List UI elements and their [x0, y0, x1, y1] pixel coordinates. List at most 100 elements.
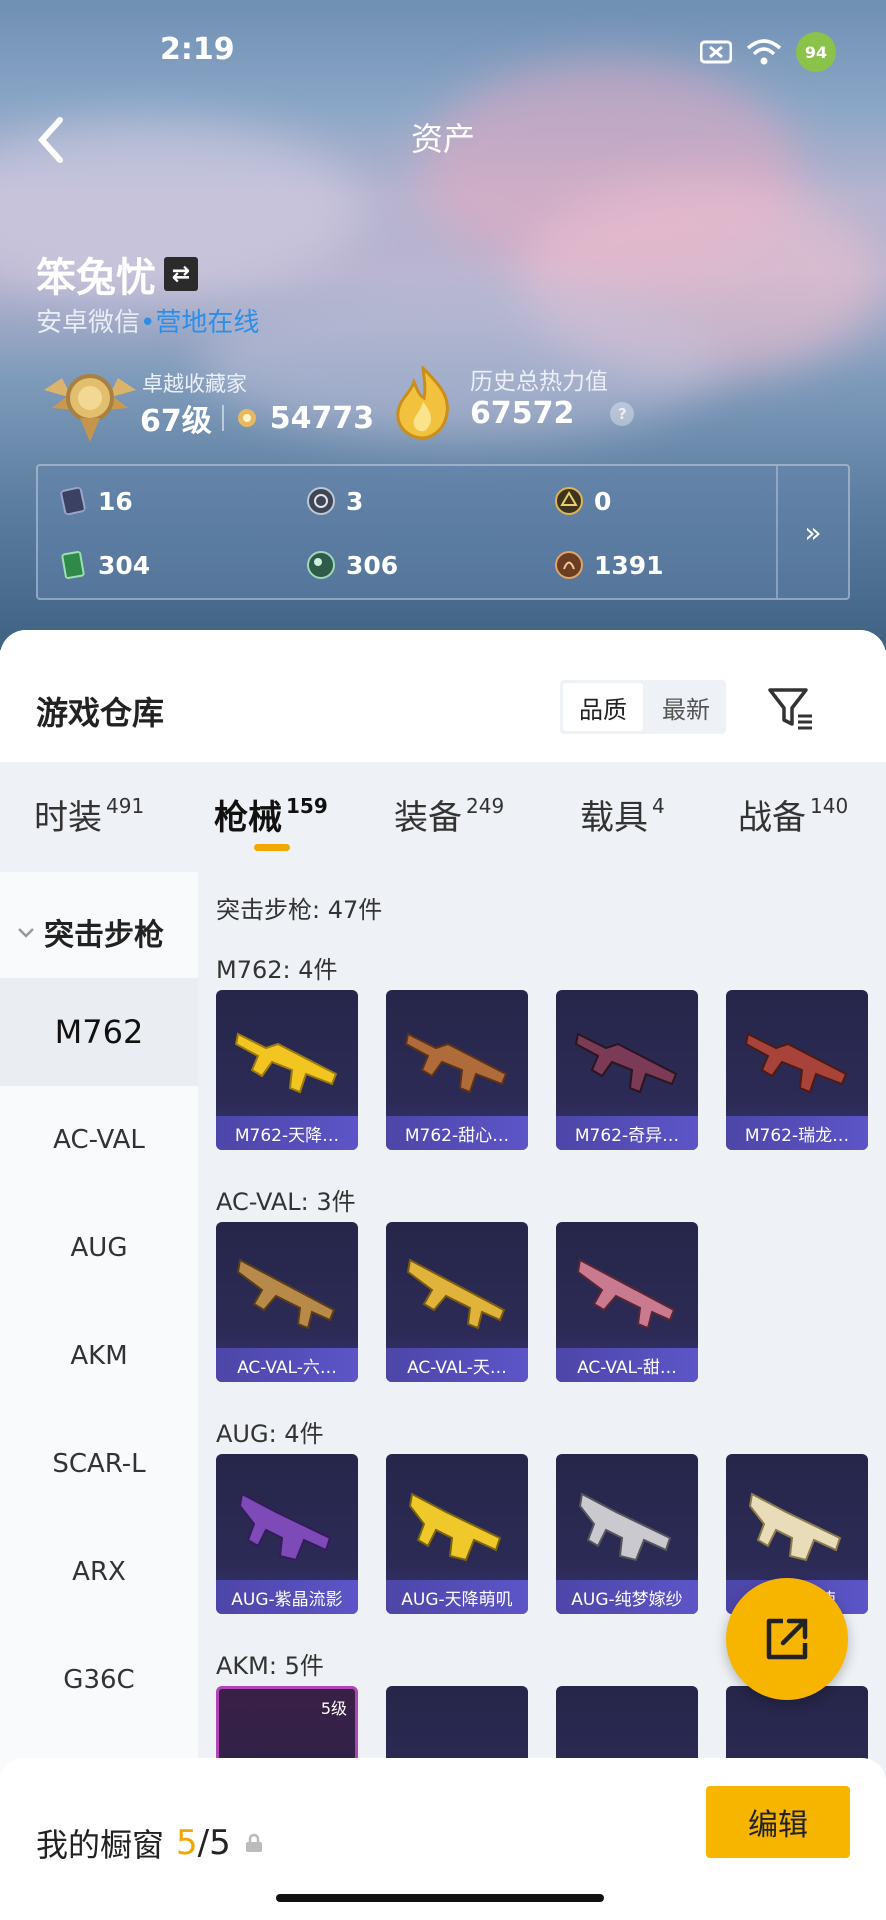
- weapon-card[interactable]: AC-VAL-六…: [216, 1222, 358, 1382]
- sort-newest-button[interactable]: 最新: [646, 680, 726, 734]
- rifle-icon: [406, 1258, 506, 1330]
- tab-vehicles[interactable]: 载具 4: [580, 790, 665, 839]
- rifle-icon: [238, 1492, 332, 1562]
- sidebar-item-g36c[interactable]: G36C: [0, 1626, 198, 1734]
- status-bar: 2:19 94: [0, 0, 886, 100]
- sidebar-item-arx[interactable]: ARX: [0, 1518, 198, 1626]
- active-tab-indicator: [254, 844, 290, 851]
- currency-item: 0: [554, 486, 611, 516]
- currency-value: 1391: [594, 550, 664, 580]
- heat-label: 历史总热力值: [470, 369, 608, 395]
- sidebar-item-ac-val[interactable]: AC-VAL: [0, 1086, 198, 1194]
- showcase-count: 5: [176, 1823, 198, 1863]
- help-icon[interactable]: ?: [610, 401, 635, 426]
- tab-weapons[interactable]: 枪械 159: [214, 790, 328, 839]
- sidebar-item-m762[interactable]: M762: [0, 978, 198, 1086]
- group-title: AUG: 4件: [216, 1420, 324, 1448]
- sidebar-group-assault-rifle[interactable]: 突击步枪: [16, 910, 164, 954]
- account-platform: 安卓微信•营地在线: [36, 302, 259, 339]
- warehouse-title: 游戏仓库: [36, 694, 165, 732]
- weapon-card[interactable]: M762-奇异…: [556, 990, 698, 1150]
- weapon-card[interactable]: AUG-纯梦嫁纱: [556, 1454, 698, 1614]
- weapon-card-label: AUG-纯梦嫁纱: [556, 1580, 698, 1614]
- tab-supplies[interactable]: 战备 140: [738, 790, 848, 839]
- weapon-card[interactable]: AUG-紫晶流影: [216, 1454, 358, 1614]
- sort-quality-button[interactable]: 品质: [563, 683, 643, 731]
- switch-account-icon[interactable]: ⇄: [164, 257, 198, 291]
- weapon-card[interactable]: M762-甜心…: [386, 990, 528, 1150]
- currency-panel[interactable]: 16 3 0 304 306 1391 »: [36, 464, 850, 600]
- level-value: 67级: [140, 404, 212, 439]
- weapon-card[interactable]: M762-天降…: [216, 990, 358, 1150]
- sort-toggle: 品质 最新: [560, 680, 726, 734]
- group-title: AKM: 5件: [216, 1652, 324, 1680]
- sidebar-group-label: 突击步枪: [44, 918, 164, 953]
- no-sim-icon: [700, 40, 732, 64]
- currency-value: 304: [98, 550, 151, 580]
- showcase-total: /5: [197, 1823, 231, 1863]
- weapon-card-label: M762-甜心…: [386, 1116, 528, 1150]
- group-title: AC-VAL: 3件: [216, 1188, 356, 1216]
- clock: 2:19: [160, 32, 235, 67]
- level-title: 卓越收藏家: [142, 372, 247, 396]
- weapon-card-label: M762-天降…: [216, 1116, 358, 1150]
- rifle-icon: [748, 1492, 842, 1562]
- group-title: M762: 4件: [216, 956, 338, 984]
- level-row: 67级 54773: [140, 396, 374, 440]
- divider: [221, 405, 224, 431]
- tab-count: 249: [466, 794, 505, 818]
- weapon-card[interactable]: AC-VAL-甜…: [556, 1222, 698, 1382]
- edit-button[interactable]: 编辑: [706, 1786, 850, 1858]
- crown-points-icon: [237, 409, 256, 427]
- rifle-icon: [574, 1032, 678, 1094]
- tab-fashion[interactable]: 时装 491: [34, 790, 144, 839]
- tab-count: 159: [286, 794, 328, 818]
- profile-header-background: 2:19 94 资产 笨兔忧 ⇄ 安卓微信•营地在线 卓越收藏家 67级 547…: [0, 0, 886, 650]
- currency-item: 1391: [554, 550, 664, 580]
- platform-text: 安卓微信: [36, 308, 141, 338]
- gold-coin-icon: [555, 487, 583, 515]
- currency-item: 16: [58, 486, 133, 516]
- category-tabs: 时装 491 枪械 159 装备 249 载具 4 战备 140: [0, 762, 886, 862]
- tab-equipment[interactable]: 装备 249: [394, 790, 504, 839]
- rifle-icon: [576, 1258, 676, 1330]
- weapon-card[interactable]: AUG-天降萌叽: [386, 1454, 528, 1614]
- weapon-card[interactable]: M762-瑞龙…: [726, 990, 868, 1150]
- more-arrow-icon[interactable]: »: [776, 466, 848, 598]
- weapon-card-label: M762-奇异…: [556, 1116, 698, 1150]
- category-summary: 突击步枪: 47件: [216, 896, 383, 924]
- green-coin-icon: [307, 551, 335, 579]
- share-button[interactable]: [726, 1578, 848, 1700]
- tab-label: 装备: [394, 798, 462, 838]
- currency-value: 306: [346, 550, 399, 580]
- rifle-icon: [744, 1032, 848, 1094]
- sidebar-item-scar-l[interactable]: SCAR-L: [0, 1410, 198, 1518]
- weapon-card-label: AUG-紫晶流影: [216, 1580, 358, 1614]
- currency-item: 304: [58, 550, 150, 580]
- warehouse-sheet: 游戏仓库 品质 最新 时装 491 枪械 159 装备 249 载具 4 战备 140 突…: [0, 630, 886, 1920]
- tab-label: 载具: [580, 798, 648, 838]
- heat-flame-icon: [396, 366, 449, 440]
- rifle-icon: [408, 1492, 502, 1562]
- weapon-card-label: AC-VAL-六…: [216, 1348, 358, 1382]
- filter-icon[interactable]: [766, 684, 814, 732]
- currency-item: 3: [306, 486, 363, 516]
- share-icon: [766, 1618, 808, 1660]
- username-text: 笨兔忧: [36, 255, 156, 301]
- rifle-icon: [236, 1258, 336, 1330]
- sidebar-item-aug[interactable]: AUG: [0, 1194, 198, 1302]
- tab-count: 140: [810, 794, 849, 818]
- tab-count: 4: [652, 794, 665, 818]
- home-indicator[interactable]: [276, 1894, 604, 1902]
- weapon-card-label: AUG-天降萌叽: [386, 1580, 528, 1614]
- level-badge: 5级: [320, 1699, 347, 1718]
- warehouse-header: 游戏仓库 品质 最新: [0, 630, 886, 762]
- sidebar-item-akm[interactable]: AKM: [0, 1302, 198, 1410]
- weapon-card[interactable]: AC-VAL-天…: [386, 1222, 528, 1382]
- currency-value: 0: [594, 486, 612, 516]
- weapon-card-label: AC-VAL-天…: [386, 1348, 528, 1382]
- coin-icon: [307, 487, 335, 515]
- currency-value: 16: [98, 486, 133, 516]
- online-status: 营地在线: [155, 308, 260, 338]
- heat-value: 67572: [470, 396, 575, 431]
